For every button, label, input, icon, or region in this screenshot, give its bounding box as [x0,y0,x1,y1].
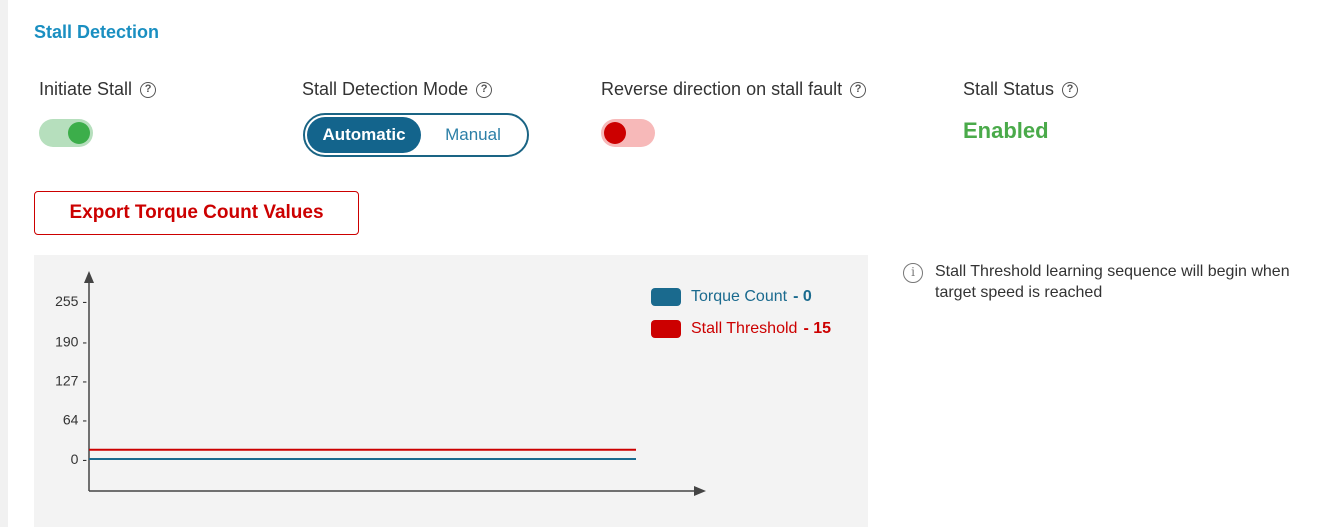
left-edge [0,0,8,527]
stall-status-label: Stall Status ? [963,79,1079,100]
y-tick-label: 64 - [63,411,87,427]
reverse-direction-toggle[interactable] [601,119,655,147]
legend-swatch-threshold [651,320,681,338]
legend-value-threshold: - 15 [803,320,832,337]
export-torque-button[interactable]: Export Torque Count Values [34,191,359,235]
detection-mode-label: Stall Detection Mode ? [302,79,493,100]
section-title: Stall Detection [34,22,160,42]
info-note: i Stall Threshold learning sequence will… [903,262,1333,304]
legend-stall-threshold: Stall Threshold - 15 [651,320,831,338]
detection-mode-text: Stall Detection Mode [302,79,469,99]
help-icon[interactable]: ? [850,81,867,98]
y-tick-label: 0 - [71,451,88,467]
legend-label-threshold: Stall Threshold [691,320,798,337]
initiate-stall-label: Initiate Stall ? [39,79,157,100]
legend-swatch-torque [651,288,681,306]
y-tick-label: 255 - [55,293,87,309]
help-icon[interactable]: ? [1062,81,1079,98]
legend-value-torque: - 0 [793,288,812,305]
reverse-direction-label: Reverse direction on stall fault ? [601,79,867,100]
mode-automatic-option[interactable]: Automatic [307,117,421,153]
mode-manual-option[interactable]: Manual [421,117,525,153]
legend-label-torque: Torque Count [691,288,788,305]
y-axis-arrow [84,271,94,283]
y-tick-label: 127 - [55,372,87,388]
initiate-stall-toggle[interactable] [39,119,93,147]
info-note-text: Stall Threshold learning sequence will b… [935,263,1290,301]
torque-chart: 255 -190 -127 -64 -0 - Torque Count - 0 … [34,255,868,527]
initiate-stall-text: Initiate Stall [39,79,133,99]
reverse-direction-text: Reverse direction on stall fault [601,79,843,99]
toggle-knob [68,122,90,144]
help-icon[interactable]: ? [476,81,493,98]
x-axis-arrow [694,486,706,496]
toggle-knob [604,122,626,144]
detection-mode-switch[interactable]: Automatic Manual [303,113,529,157]
y-tick-label: 190 - [55,333,87,349]
legend-torque-count: Torque Count - 0 [651,288,812,306]
stall-status-value: Enabled [963,118,1049,143]
help-icon[interactable]: ? [140,81,157,98]
stall-status-text: Stall Status [963,79,1055,99]
info-icon: i [903,263,923,283]
